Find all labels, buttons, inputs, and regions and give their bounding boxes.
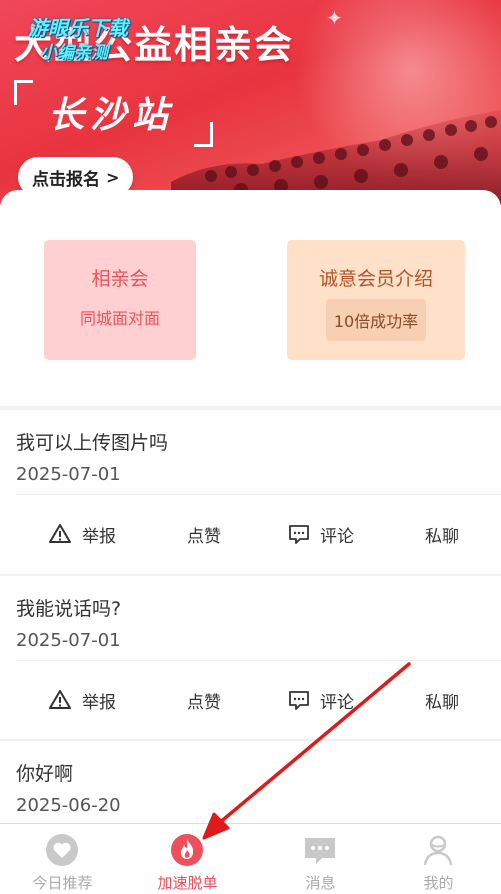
comment-button[interactable]: 评论 xyxy=(288,494,354,574)
comment-button[interactable]: 评论 xyxy=(288,660,354,740)
nav-today-recommend[interactable]: 今日推荐 xyxy=(0,824,125,894)
crowd-illustration xyxy=(171,110,501,205)
post-date: 2025-07-01 xyxy=(16,464,121,485)
post-actions: 举报 点赞 评论 私聊 xyxy=(0,494,501,574)
report-label: 举报 xyxy=(82,692,116,713)
watermark-line-1: 游眼乐下载 xyxy=(28,16,128,40)
bottom-navigation: 今日推荐 加速脱单 消息 我的 xyxy=(0,823,501,894)
private-chat-button[interactable]: 私聊 xyxy=(425,660,459,740)
tile-subtitle: 10倍成功率 xyxy=(325,299,427,341)
post-actions: 举报 点赞 评论 私聊 xyxy=(0,660,501,740)
report-label: 举报 xyxy=(82,526,116,547)
comment-bubble-icon xyxy=(289,691,309,710)
private-chat-button[interactable]: 私聊 xyxy=(425,494,459,574)
nav-label: 我的 xyxy=(423,874,454,892)
warning-triangle-icon xyxy=(49,524,71,543)
matchmaking-event-tile[interactable]: 相亲会 同城面对面 xyxy=(44,240,196,360)
tile-title: 诚意会员介绍 xyxy=(318,268,433,290)
like-button[interactable]: 点赞 xyxy=(187,660,221,740)
heart-icon xyxy=(46,834,78,866)
feature-section: 相亲会 同城面对面 诚意会员介绍 10倍成功率 xyxy=(0,190,501,406)
post-card[interactable]: 我能说话吗? 2025-07-01 举报 点赞 评论 私聊 xyxy=(0,576,501,739)
post-date: 2025-07-01 xyxy=(16,630,121,651)
flame-icon xyxy=(171,834,203,866)
like-button[interactable]: 点赞 xyxy=(187,494,221,574)
chat-icon xyxy=(305,838,335,864)
report-button[interactable]: 举报 xyxy=(48,660,116,740)
nav-label: 消息 xyxy=(305,874,336,892)
nav-messages[interactable]: 消息 xyxy=(258,824,383,894)
post-title: 你好啊 xyxy=(16,763,74,785)
comment-label: 评论 xyxy=(320,692,354,713)
private-chat-label: 私聊 xyxy=(425,526,459,547)
tile-subtitle: 同城面对面 xyxy=(79,309,160,328)
post-title: 我能说话吗? xyxy=(16,598,122,620)
warning-triangle-icon xyxy=(49,690,71,709)
private-chat-label: 私聊 xyxy=(425,692,459,713)
event-banner[interactable]: ✦ 大型公益相亲会 游眼乐下载 小编亲测 长沙站 点击报名 > xyxy=(0,0,501,205)
like-label: 点赞 xyxy=(187,692,221,713)
signup-label: 点击报名 xyxy=(32,169,100,190)
nav-label: 今日推荐 xyxy=(32,874,93,892)
user-icon xyxy=(423,835,453,866)
post-card[interactable]: 你好啊 2025-06-20 xyxy=(0,741,501,823)
nav-mine[interactable]: 我的 xyxy=(376,824,501,894)
post-title: 我可以上传图片吗 xyxy=(16,432,169,454)
comment-label: 评论 xyxy=(320,526,354,547)
banner-city: 长沙站 xyxy=(48,94,175,136)
bracket-left-decoration xyxy=(14,80,33,105)
post-card[interactable]: 我可以上传图片吗 2025-07-01 举报 点赞 评论 私聊 xyxy=(0,410,501,574)
chevron-right-icon: > xyxy=(106,167,120,187)
post-date: 2025-06-20 xyxy=(16,795,121,816)
watermark-line-2: 小编亲测 xyxy=(40,43,108,63)
nav-speed-match[interactable]: 加速脱单 xyxy=(125,824,250,894)
vip-membership-tile[interactable]: 诚意会员介绍 10倍成功率 xyxy=(287,240,465,360)
tile-title: 相亲会 xyxy=(91,268,149,290)
report-button[interactable]: 举报 xyxy=(48,494,116,574)
comment-bubble-icon xyxy=(289,525,309,544)
nav-label: 加速脱单 xyxy=(157,874,218,892)
sparkle-icon: ✦ xyxy=(326,6,343,30)
like-label: 点赞 xyxy=(187,526,221,547)
